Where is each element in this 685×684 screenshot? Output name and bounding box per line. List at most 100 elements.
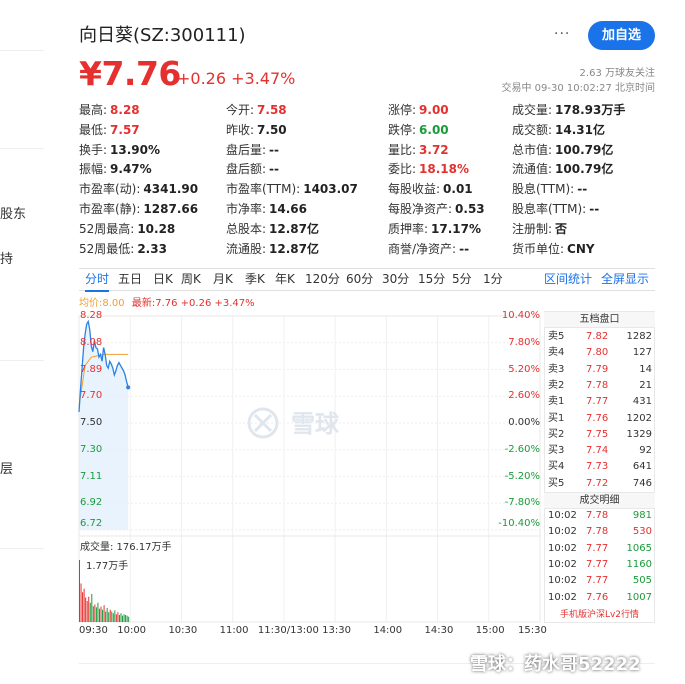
trade-price: 7.76 xyxy=(586,591,609,603)
order-price: 7.78 xyxy=(586,379,609,391)
order-label: 卖4 xyxy=(548,347,565,359)
trade-row: 10:02 7.77 1065 xyxy=(548,541,652,557)
order-price: 7.82 xyxy=(586,331,609,342)
y-price-tick: 6.92 xyxy=(80,497,103,509)
x-tick: 15:30 xyxy=(518,625,547,636)
trade-row: 10:02 7.77 505 xyxy=(548,573,652,589)
y-price-tick: 6.72 xyxy=(80,518,103,529)
volume-bar xyxy=(85,597,87,622)
lv2-link[interactable]: 手机版沪深Lv2行情 xyxy=(544,607,655,620)
volume-bar xyxy=(115,614,117,622)
order-row: 买3 7.74 92 xyxy=(548,443,652,459)
chart-border xyxy=(78,315,541,623)
trade-volume: 1065 xyxy=(626,542,652,554)
order-row: 买2 7.75 1329 xyxy=(548,427,652,443)
y-pct-tick: 7.80% xyxy=(508,336,540,348)
volume-bar xyxy=(117,612,119,622)
trade-volume: 530 xyxy=(632,526,652,538)
order-label: 买4 xyxy=(548,461,565,473)
trade-row: 10:02 7.77 1160 xyxy=(548,557,652,573)
order-price: 7.77 xyxy=(586,396,609,408)
x-tick: 14:30 xyxy=(424,625,454,636)
trade-price: 7.78 xyxy=(586,510,609,521)
volume-bar xyxy=(91,593,93,622)
y-price-tick: 7.30 xyxy=(80,443,103,455)
trade-volume: 1007 xyxy=(626,591,652,603)
volume-bar xyxy=(108,612,110,622)
order-volume: 127 xyxy=(632,347,652,359)
trade-volume: 505 xyxy=(632,575,652,587)
order-price: 7.80 xyxy=(586,347,609,359)
y-price-tick: 8.28 xyxy=(80,310,103,321)
order-volume: 641 xyxy=(632,461,652,473)
trade-time: 10:02 xyxy=(548,510,577,521)
trade-price: 7.77 xyxy=(586,558,609,570)
order-volume: 92 xyxy=(639,445,652,457)
order-row: 买4 7.73 641 xyxy=(548,459,652,475)
order-price: 7.73 xyxy=(586,461,609,473)
volume-bar xyxy=(112,613,114,622)
volume-bar xyxy=(114,610,116,622)
volume-bar xyxy=(125,614,127,622)
order-label: 买1 xyxy=(548,412,565,424)
volume-bar xyxy=(126,615,128,622)
order-volume: 21 xyxy=(639,379,652,391)
volume-bar xyxy=(97,602,99,622)
trade-volume: 981 xyxy=(632,510,652,521)
volume-bar xyxy=(88,596,90,622)
trade-time: 10:02 xyxy=(548,542,577,554)
order-volume: 746 xyxy=(632,477,652,489)
volume-bar xyxy=(103,605,105,622)
volume-bar xyxy=(102,609,104,622)
chart-watermark: 雪球 xyxy=(291,410,340,438)
x-tick: 15:00 xyxy=(475,625,505,636)
order-price: 7.74 xyxy=(586,445,609,457)
volume-bar xyxy=(98,608,100,622)
volume-bar xyxy=(111,611,113,622)
trade-volume: 1160 xyxy=(626,558,652,570)
order-row: 卖2 7.78 21 xyxy=(548,378,652,394)
volume-bar xyxy=(92,606,94,622)
volume-bar xyxy=(122,615,124,622)
order-label: 买3 xyxy=(548,445,565,457)
trade-row: 10:02 7.76 1007 xyxy=(548,590,652,606)
x-tick: 11:30/13:00 xyxy=(257,625,319,636)
y-pct-tick: -7.80% xyxy=(504,497,540,509)
order-row: 买1 7.76 1202 xyxy=(548,411,652,427)
trade-row: 10:02 7.78 981 xyxy=(548,508,652,524)
y-price-tick: 8.08 xyxy=(80,336,103,348)
volume-bar xyxy=(120,613,122,622)
volume-bar xyxy=(123,614,125,622)
volume-bar xyxy=(118,614,120,622)
volume-bar xyxy=(89,602,91,622)
y-pct-tick: -5.20% xyxy=(504,470,540,482)
order-volume: 14 xyxy=(639,363,652,375)
trade-time: 10:02 xyxy=(548,558,577,570)
order-label: 买5 xyxy=(548,477,565,489)
volume-bar xyxy=(94,604,96,622)
order-row: 卖1 7.77 431 xyxy=(548,394,652,410)
volume-bar xyxy=(79,560,80,622)
volume-bar xyxy=(105,611,107,622)
order-price: 7.79 xyxy=(586,363,609,375)
x-tick: 10:00 xyxy=(117,625,147,636)
volume-bar xyxy=(106,607,108,622)
latest-price-dot xyxy=(126,385,131,390)
order-volume: 1282 xyxy=(626,331,652,342)
trade-time: 10:02 xyxy=(548,575,577,587)
volume-bar xyxy=(95,607,97,622)
trade-price: 7.77 xyxy=(586,575,609,587)
order-label: 卖5 xyxy=(548,331,565,342)
y-pct-tick: 5.20% xyxy=(508,363,540,375)
order-label: 买2 xyxy=(548,428,565,440)
y-pct-tick: 2.60% xyxy=(508,390,540,402)
volume-bar xyxy=(82,592,84,622)
order-price: 7.75 xyxy=(586,428,609,440)
volume-label: 成交量: 176.17万手 xyxy=(80,542,172,553)
footer-watermark: 雪球：药水哥52222 xyxy=(470,654,641,675)
y-price-tick: 7.11 xyxy=(80,470,103,482)
x-tick: 09:30 xyxy=(79,625,108,636)
order-book-title: 五档盘口 xyxy=(544,312,655,328)
y-pct-tick: 10.40% xyxy=(501,310,540,321)
order-row: 卖4 7.80 127 xyxy=(548,345,652,361)
